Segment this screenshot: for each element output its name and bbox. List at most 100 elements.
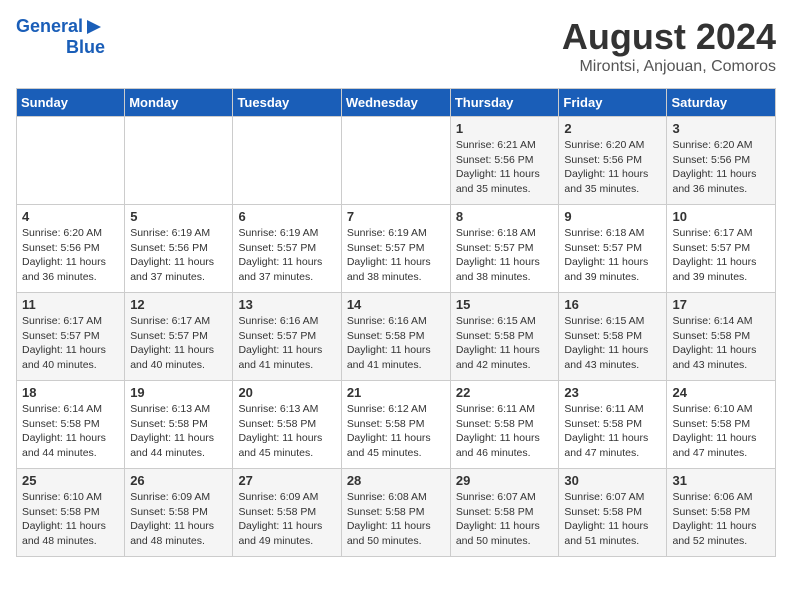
page-header: General Blue August 2024 Mirontsi, Anjou… — [16, 16, 776, 76]
calendar-cell: 23Sunrise: 6:11 AMSunset: 5:58 PMDayligh… — [559, 381, 667, 469]
calendar-cell: 15 Sunrise: 6:15 AMSunset: 5:58 PMDayligh… — [450, 293, 559, 381]
calendar-cell: 9 Sunrise: 6:18 AMSunset: 5:57 PMDaylight… — [559, 205, 667, 293]
calendar-week-4: 18 Sunrise: 6:14 AMSunset: 5:58 PMDayligh… — [17, 381, 776, 469]
logo-arrow-icon — [83, 16, 105, 38]
calendar-cell — [17, 117, 125, 205]
calendar-cell: 10Sunrise: 6:17 AMSunset: 5:57 PMDayligh… — [667, 205, 776, 293]
day-number: 7 — [347, 209, 445, 224]
calendar-cell: 21 Sunrise: 6:12 AMSunset: 5:58 PMDayligh… — [341, 381, 450, 469]
day-info: Sunrise: 6:14 AMSunset: 5:58 PMDaylight:… — [22, 402, 119, 461]
day-number: 31 — [672, 473, 770, 488]
day-info: Sunrise: 6:20 AMSunset: 5:56 PMDaylight:… — [564, 138, 661, 197]
day-info: Sunrise: 6:15 AMSunset: 5:58 PMDaylight:… — [456, 314, 554, 373]
day-info: Sunrise: 6:10 AMSunset: 5:58 PMDaylight:… — [22, 490, 119, 549]
day-info: Sunrise: 6:11 AMSunset: 5:58 PMDaylight:… — [456, 402, 554, 461]
day-number: 23 — [564, 385, 661, 400]
calendar-cell: 29 Sunrise: 6:07 AMSunset: 5:58 PMDayligh… — [450, 469, 559, 557]
day-number: 15 — [456, 297, 554, 312]
day-info: Sunrise: 6:07 AMSunset: 5:58 PMDaylight:… — [564, 490, 661, 549]
calendar-cell: 4Sunrise: 6:20 AMSunset: 5:56 PMDaylight… — [17, 205, 125, 293]
day-info: Sunrise: 6:09 AMSunset: 5:58 PMDaylight:… — [238, 490, 335, 549]
day-info: Sunrise: 6:13 AMSunset: 5:58 PMDaylight:… — [238, 402, 335, 461]
day-info: Sunrise: 6:14 AMSunset: 5:58 PMDaylight:… — [672, 314, 770, 373]
logo: General Blue — [16, 16, 105, 58]
calendar-cell: 16 Sunrise: 6:15 AMSunset: 5:58 PMDayligh… — [559, 293, 667, 381]
calendar-cell: 20 Sunrise: 6:13 AMSunset: 5:58 PMDayligh… — [233, 381, 341, 469]
day-info: Sunrise: 6:06 AMSunset: 5:58 PMDaylight:… — [672, 490, 770, 549]
day-info: Sunrise: 6:17 AMSunset: 5:57 PMDaylight:… — [130, 314, 227, 373]
day-number: 14 — [347, 297, 445, 312]
calendar-cell: 8Sunrise: 6:18 AMSunset: 5:57 PMDaylight… — [450, 205, 559, 293]
calendar-cell: 27 Sunrise: 6:09 AMSunset: 5:58 PMDayligh… — [233, 469, 341, 557]
day-number: 5 — [130, 209, 227, 224]
col-header-monday: Monday — [125, 89, 233, 117]
calendar-cell: 5 Sunrise: 6:19 AMSunset: 5:56 PMDaylight… — [125, 205, 233, 293]
day-number: 9 — [564, 209, 661, 224]
day-number: 28 — [347, 473, 445, 488]
calendar-cell: 24 Sunrise: 6:10 AMSunset: 5:58 PMDayligh… — [667, 381, 776, 469]
day-info: Sunrise: 6:16 AMSunset: 5:57 PMDaylight:… — [238, 314, 335, 373]
logo-blue-text: Blue — [66, 38, 105, 58]
day-number: 16 — [564, 297, 661, 312]
calendar-week-2: 4Sunrise: 6:20 AMSunset: 5:56 PMDaylight… — [17, 205, 776, 293]
day-info: Sunrise: 6:18 AMSunset: 5:57 PMDaylight:… — [564, 226, 661, 285]
day-info: Sunrise: 6:19 AMSunset: 5:57 PMDaylight:… — [347, 226, 445, 285]
page-title: August 2024 — [562, 16, 776, 58]
col-header-friday: Friday — [559, 89, 667, 117]
day-number: 2 — [564, 121, 661, 136]
day-number: 18 — [22, 385, 119, 400]
day-number: 17 — [672, 297, 770, 312]
day-info: Sunrise: 6:10 AMSunset: 5:58 PMDaylight:… — [672, 402, 770, 461]
title-block: August 2024 Mirontsi, Anjouan, Comoros — [562, 16, 776, 76]
day-number: 25 — [22, 473, 119, 488]
calendar-cell: 17 Sunrise: 6:14 AMSunset: 5:58 PMDayligh… — [667, 293, 776, 381]
day-number: 6 — [238, 209, 335, 224]
page-subtitle: Mirontsi, Anjouan, Comoros — [562, 58, 776, 76]
day-number: 13 — [238, 297, 335, 312]
day-number: 4 — [22, 209, 119, 224]
day-number: 20 — [238, 385, 335, 400]
calendar-cell: 2 Sunrise: 6:20 AMSunset: 5:56 PMDaylight… — [559, 117, 667, 205]
calendar-cell: 22 Sunrise: 6:11 AMSunset: 5:58 PMDayligh… — [450, 381, 559, 469]
day-number: 27 — [238, 473, 335, 488]
day-info: Sunrise: 6:20 AMSunset: 5:56 PMDaylight:… — [672, 138, 770, 197]
calendar-cell: 11Sunrise: 6:17 AMSunset: 5:57 PMDayligh… — [17, 293, 125, 381]
day-info: Sunrise: 6:19 AMSunset: 5:57 PMDaylight:… — [238, 226, 335, 285]
calendar-cell: 7 Sunrise: 6:19 AMSunset: 5:57 PMDaylight… — [341, 205, 450, 293]
day-info: Sunrise: 6:19 AMSunset: 5:56 PMDaylight:… — [130, 226, 227, 285]
day-info: Sunrise: 6:16 AMSunset: 5:58 PMDaylight:… — [347, 314, 445, 373]
day-number: 22 — [456, 385, 554, 400]
calendar-header-row: SundayMondayTuesdayWednesdayThursdayFrid… — [17, 89, 776, 117]
calendar-week-1: 1 Sunrise: 6:21 AMSunset: 5:56 PMDaylight… — [17, 117, 776, 205]
day-number: 3 — [672, 121, 770, 136]
col-header-tuesday: Tuesday — [233, 89, 341, 117]
day-number: 29 — [456, 473, 554, 488]
day-info: Sunrise: 6:12 AMSunset: 5:58 PMDaylight:… — [347, 402, 445, 461]
day-info: Sunrise: 6:07 AMSunset: 5:58 PMDaylight:… — [456, 490, 554, 549]
col-header-wednesday: Wednesday — [341, 89, 450, 117]
day-number: 1 — [456, 121, 554, 136]
day-info: Sunrise: 6:21 AMSunset: 5:56 PMDaylight:… — [456, 138, 554, 197]
calendar-cell — [233, 117, 341, 205]
day-number: 12 — [130, 297, 227, 312]
calendar-cell: 19Sunrise: 6:13 AMSunset: 5:58 PMDayligh… — [125, 381, 233, 469]
calendar-cell: 12 Sunrise: 6:17 AMSunset: 5:57 PMDayligh… — [125, 293, 233, 381]
calendar-cell: 30 Sunrise: 6:07 AMSunset: 5:58 PMDayligh… — [559, 469, 667, 557]
col-header-saturday: Saturday — [667, 89, 776, 117]
day-number: 21 — [347, 385, 445, 400]
day-info: Sunrise: 6:08 AMSunset: 5:58 PMDaylight:… — [347, 490, 445, 549]
calendar-week-5: 25 Sunrise: 6:10 AMSunset: 5:58 PMDayligh… — [17, 469, 776, 557]
col-header-thursday: Thursday — [450, 89, 559, 117]
col-header-sunday: Sunday — [17, 89, 125, 117]
day-number: 30 — [564, 473, 661, 488]
calendar-cell: 26Sunrise: 6:09 AMSunset: 5:58 PMDayligh… — [125, 469, 233, 557]
day-number: 24 — [672, 385, 770, 400]
day-number: 10 — [672, 209, 770, 224]
calendar-cell: 3 Sunrise: 6:20 AMSunset: 5:56 PMDaylight… — [667, 117, 776, 205]
calendar-cell — [341, 117, 450, 205]
calendar-cell: 1 Sunrise: 6:21 AMSunset: 5:56 PMDaylight… — [450, 117, 559, 205]
day-info: Sunrise: 6:15 AMSunset: 5:58 PMDaylight:… — [564, 314, 661, 373]
calendar-cell: 28 Sunrise: 6:08 AMSunset: 5:58 PMDayligh… — [341, 469, 450, 557]
calendar-cell: 18 Sunrise: 6:14 AMSunset: 5:58 PMDayligh… — [17, 381, 125, 469]
day-info: Sunrise: 6:18 AMSunset: 5:57 PMDaylight:… — [456, 226, 554, 285]
